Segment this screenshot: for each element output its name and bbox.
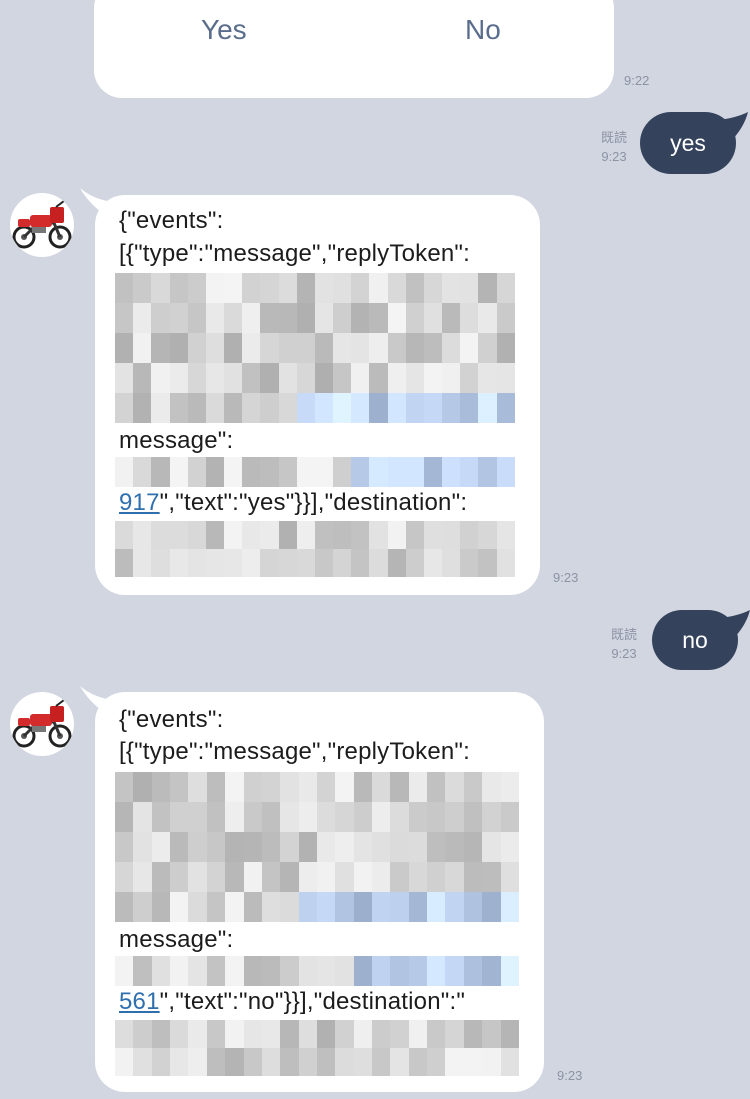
json-line: ","text":"yes"}}],"destination":: [159, 489, 468, 516]
message-timestamp: 9:23: [611, 646, 637, 661]
message-timestamp: 9:23: [553, 570, 579, 585]
outgoing-message-bubble[interactable]: yes: [640, 112, 736, 174]
avatar[interactable]: [10, 692, 74, 756]
message-timestamp: 9:23: [601, 149, 627, 164]
json-line: [{"type":"message","replyToken":: [119, 738, 471, 765]
incoming-message-bubble[interactable]: {"events": [{"type":"message","replyToke…: [95, 692, 544, 1092]
outgoing-message-text: yes: [670, 129, 706, 156]
motorcycle-icon: [12, 699, 72, 748]
read-label: 既読: [600, 130, 627, 145]
confirm-card: Yes No: [94, 0, 614, 98]
confirm-timestamp: 9:22: [624, 73, 650, 88]
json-line: [{"type":"message","replyToken":: [119, 240, 471, 267]
read-receipt: 既読 9:23: [594, 128, 634, 166]
confirm-no-button[interactable]: No: [465, 14, 501, 46]
read-receipt: 既読 9:23: [604, 625, 644, 663]
id-link[interactable]: 917: [119, 489, 160, 516]
avatar[interactable]: [10, 193, 74, 257]
json-line: message":: [119, 427, 234, 454]
redacted-area: [115, 1020, 519, 1076]
json-line: message":: [119, 926, 234, 953]
message-timestamp: 9:23: [557, 1068, 583, 1083]
redacted-area: [115, 956, 519, 986]
confirm-yes-button[interactable]: Yes: [201, 14, 247, 46]
json-line: ","text":"no"}}],"destination":": [159, 988, 466, 1015]
outgoing-message-bubble[interactable]: no: [652, 610, 738, 670]
redacted-area: [115, 273, 515, 423]
redacted-area: [115, 772, 519, 922]
incoming-message-bubble[interactable]: {"events": [{"type":"message","replyToke…: [95, 195, 540, 595]
read-label: 既読: [610, 627, 637, 642]
json-line: {"events":: [119, 207, 224, 234]
redacted-area: [115, 457, 515, 487]
json-line: {"events":: [119, 706, 224, 733]
motorcycle-icon: [12, 200, 72, 249]
id-link[interactable]: 561: [119, 988, 160, 1015]
outgoing-message-text: no: [682, 626, 708, 653]
redacted-area: [115, 521, 515, 577]
